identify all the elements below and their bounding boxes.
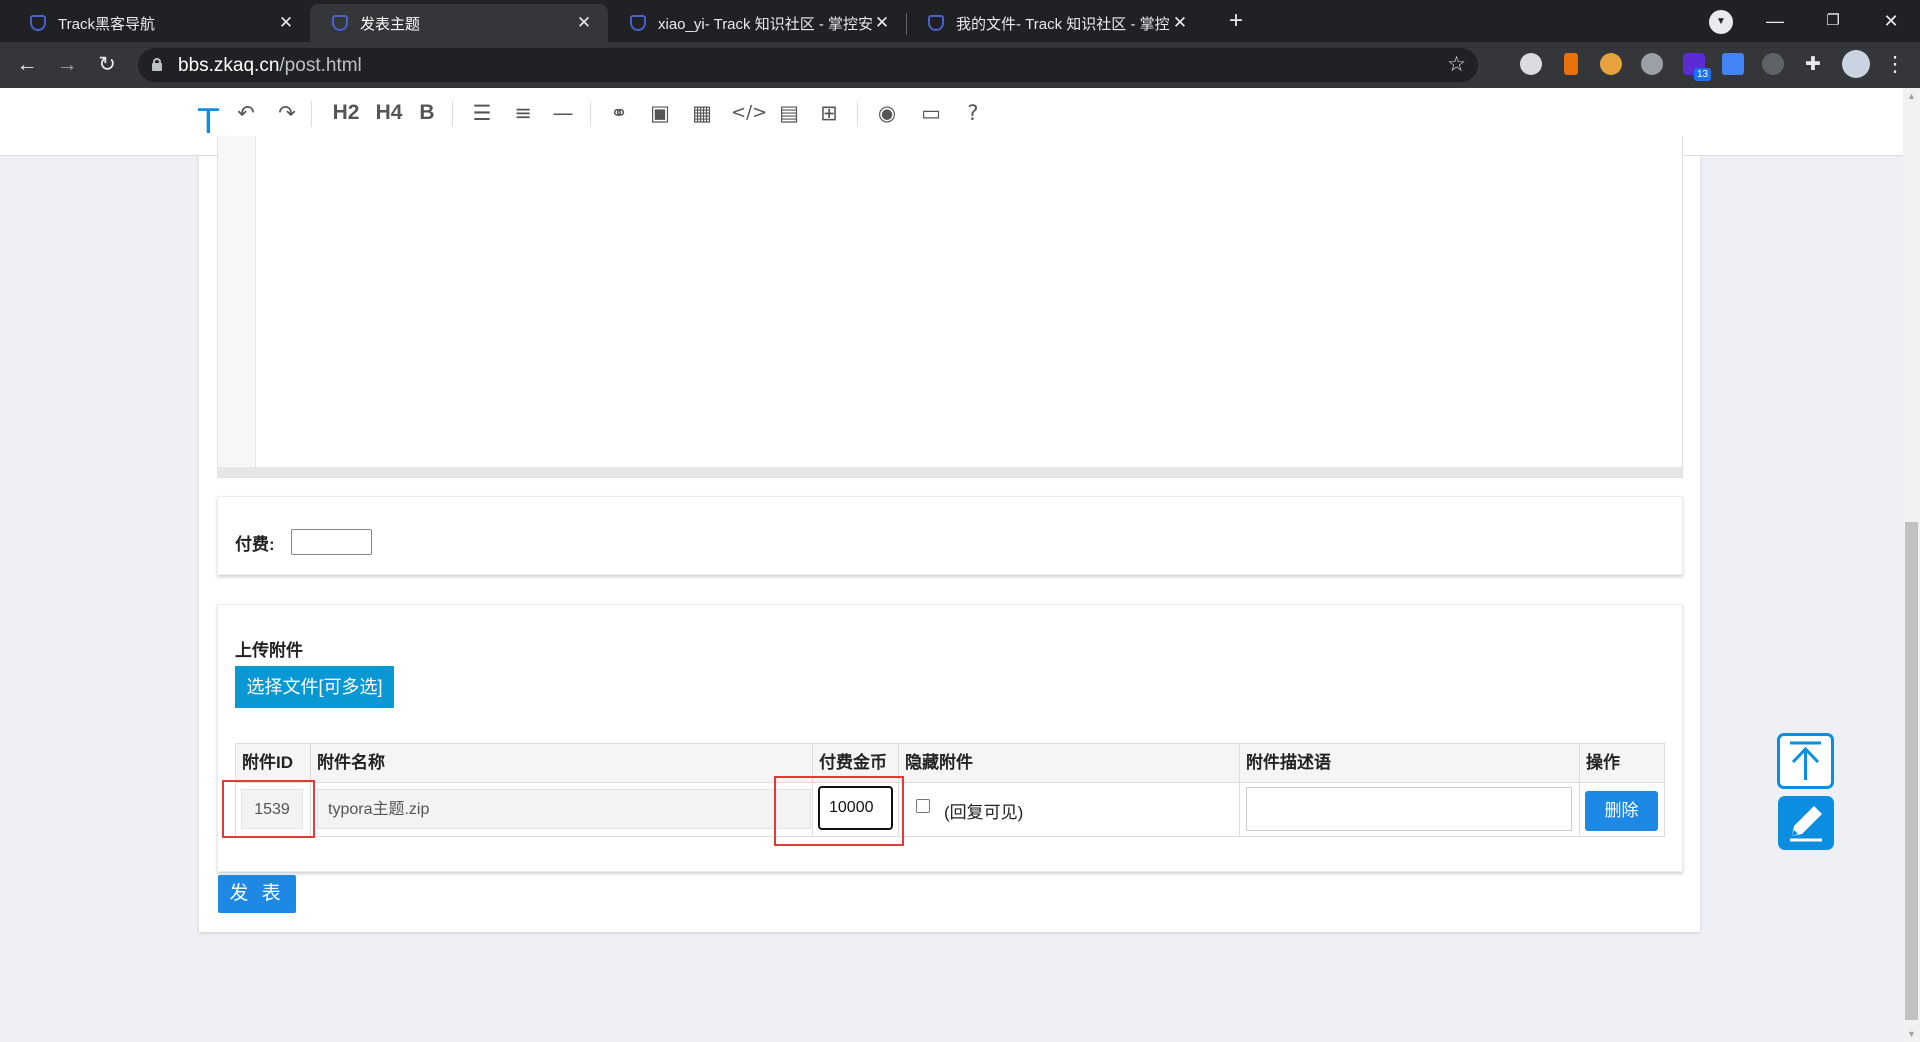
column-header: 隐藏附件 — [899, 744, 1240, 782]
link-icon[interactable]: ⚭ — [603, 98, 635, 128]
undo-icon[interactable]: ↶ — [230, 98, 262, 128]
column-header: 附件描述语 — [1240, 744, 1580, 782]
close-tab-icon[interactable]: ✕ — [872, 13, 892, 33]
attachment-hidden-cell: (回复可见) — [899, 783, 1240, 837]
table-icon[interactable]: ⊞ — [813, 98, 845, 128]
extension-icon[interactable] — [1722, 53, 1744, 75]
numbered-list-icon[interactable]: ≡ — [507, 98, 539, 128]
browser-menu-icon[interactable]: ⋮ — [1880, 50, 1910, 80]
shield-icon — [630, 15, 646, 31]
toolbar-divider — [452, 101, 453, 127]
back-to-top-button[interactable] — [1777, 733, 1834, 789]
fullscreen-monitor-icon[interactable]: ▭ — [915, 98, 947, 128]
attachment-table-header: 附件ID 附件名称 付费金币 隐藏附件 附件描述语 操作 — [236, 744, 1664, 783]
shield-icon — [30, 15, 46, 31]
choose-files-button[interactable]: 选择文件[可多选] — [235, 666, 394, 708]
restore-icon[interactable]: ❐ — [1811, 6, 1855, 36]
bookmark-star-icon[interactable]: ☆ — [1447, 52, 1466, 77]
shield-icon — [332, 15, 348, 31]
url-text: bbs.zkaq.cn/post.html — [178, 55, 362, 76]
column-header: 操作 — [1586, 753, 1620, 772]
tab-title: Track黑客导航 — [58, 15, 155, 33]
back-icon[interactable]: ← — [12, 50, 42, 80]
column-header: 附件ID — [236, 744, 311, 782]
minimize-icon[interactable]: — — [1753, 6, 1797, 36]
browser-tab[interactable]: Track黑客导航 ✕ — [8, 4, 310, 42]
tab-title: 发表主题 — [360, 15, 421, 33]
code-file-icon[interactable]: ▤ — [773, 98, 805, 128]
tab-title: xiao_yi- Track 知识社区 - 掌控安 — [658, 15, 872, 33]
bold-button[interactable]: B — [411, 98, 443, 128]
attachment-name-cell: typora主题.zip — [311, 783, 813, 837]
attachment-description-input[interactable] — [1246, 787, 1572, 831]
code-icon[interactable]: </> — [731, 98, 767, 128]
attachment-action-cell: 删除 — [1580, 783, 1666, 837]
column-header: 附件名称 — [311, 744, 813, 782]
close-tab-icon[interactable]: ✕ — [1170, 13, 1190, 33]
preview-eye-icon[interactable]: ◉ — [871, 98, 903, 128]
profile-avatar[interactable] — [1842, 50, 1870, 78]
write-post-button[interactable] — [1778, 796, 1834, 850]
upload-title: 上传附件 — [235, 641, 303, 660]
extension-gear-icon[interactable] — [1762, 53, 1784, 75]
tab-title: 我的文件- Track 知识社区 - 掌控 — [956, 15, 1170, 33]
tab-search-icon[interactable]: ▼ — [1709, 10, 1733, 34]
attachment-desc-cell — [1240, 783, 1580, 837]
scroll-down-icon[interactable]: ▼ — [1903, 1026, 1920, 1042]
forward-icon[interactable]: → — [52, 50, 82, 80]
extension-icon[interactable] — [1564, 53, 1578, 75]
toolbar-divider — [311, 101, 312, 127]
scroll-up-icon[interactable]: ▲ — [1903, 88, 1920, 104]
markdown-editor[interactable] — [217, 136, 1683, 478]
browser-tab[interactable]: 我的文件- Track 知识社区 - 掌控 ✕ — [906, 4, 1204, 42]
browser-nav-bar: ← → ↻ bbs.zkaq.cn/post.html ☆ ✚ ⋮ — [0, 42, 1920, 88]
horizontal-rule-icon[interactable]: — — [547, 98, 579, 128]
attachment-name: typora主题.zip — [317, 789, 811, 829]
lock-icon — [152, 58, 162, 71]
publish-button[interactable]: 发 表 — [218, 875, 296, 913]
editor-horizontal-scrollbar[interactable] — [218, 467, 1682, 477]
editor-logo: T — [198, 102, 219, 142]
attachment-table: 附件ID 附件名称 付费金币 隐藏附件 附件描述语 操作 1539 typora… — [235, 743, 1665, 837]
pencil-icon — [1790, 806, 1822, 842]
scrollbar-thumb[interactable] — [1905, 522, 1918, 1020]
hide-attachment-checkbox[interactable] — [916, 799, 930, 813]
heading-4-button[interactable]: H4 — [371, 98, 407, 128]
hide-attachment-label: (回复可见) — [944, 803, 1024, 822]
extension-globe-icon[interactable] — [1520, 53, 1542, 75]
images-icon[interactable]: ▦ — [686, 98, 718, 128]
browser-tab-bar: Track黑客导航 ✕ 发表主题 ✕ xiao_yi- Track 知识社区 -… — [0, 0, 1920, 42]
toolbar-divider — [590, 101, 591, 127]
shield-icon — [928, 15, 944, 31]
extension-icon[interactable] — [1641, 53, 1663, 75]
arrow-up-icon — [1790, 741, 1821, 780]
close-tab-icon[interactable]: ✕ — [574, 13, 594, 33]
image-icon[interactable]: ▣ — [644, 98, 676, 128]
editor-line-gutter — [218, 136, 256, 468]
bullet-list-icon[interactable]: ☰ — [466, 98, 498, 128]
fee-input[interactable] — [291, 529, 372, 555]
highlight-box-coins — [774, 776, 904, 846]
close-tab-icon[interactable]: ✕ — [276, 13, 296, 33]
fee-panel — [217, 496, 1683, 575]
help-icon[interactable]: ? — [957, 98, 989, 128]
delete-attachment-button[interactable]: 删除 — [1585, 791, 1658, 831]
fee-label: 付费: — [235, 535, 275, 554]
close-window-icon[interactable]: ✕ — [1869, 6, 1913, 36]
browser-tab-active[interactable]: 发表主题 ✕ — [310, 4, 608, 42]
new-tab-button[interactable]: + — [1222, 8, 1250, 36]
redo-icon[interactable]: ↷ — [271, 98, 303, 128]
address-bar[interactable]: bbs.zkaq.cn/post.html ☆ — [138, 48, 1478, 82]
heading-2-button[interactable]: H2 — [328, 98, 364, 128]
highlight-box-id — [222, 780, 315, 838]
extension-cookie-icon[interactable] — [1600, 53, 1622, 75]
toolbar-divider — [857, 101, 858, 127]
extensions-puzzle-icon[interactable]: ✚ — [1798, 50, 1828, 80]
reload-icon[interactable]: ↻ — [92, 50, 122, 80]
browser-tab[interactable]: xiao_yi- Track 知识社区 - 掌控安 ✕ — [608, 4, 906, 42]
extension-badge: 13 — [1694, 68, 1712, 81]
